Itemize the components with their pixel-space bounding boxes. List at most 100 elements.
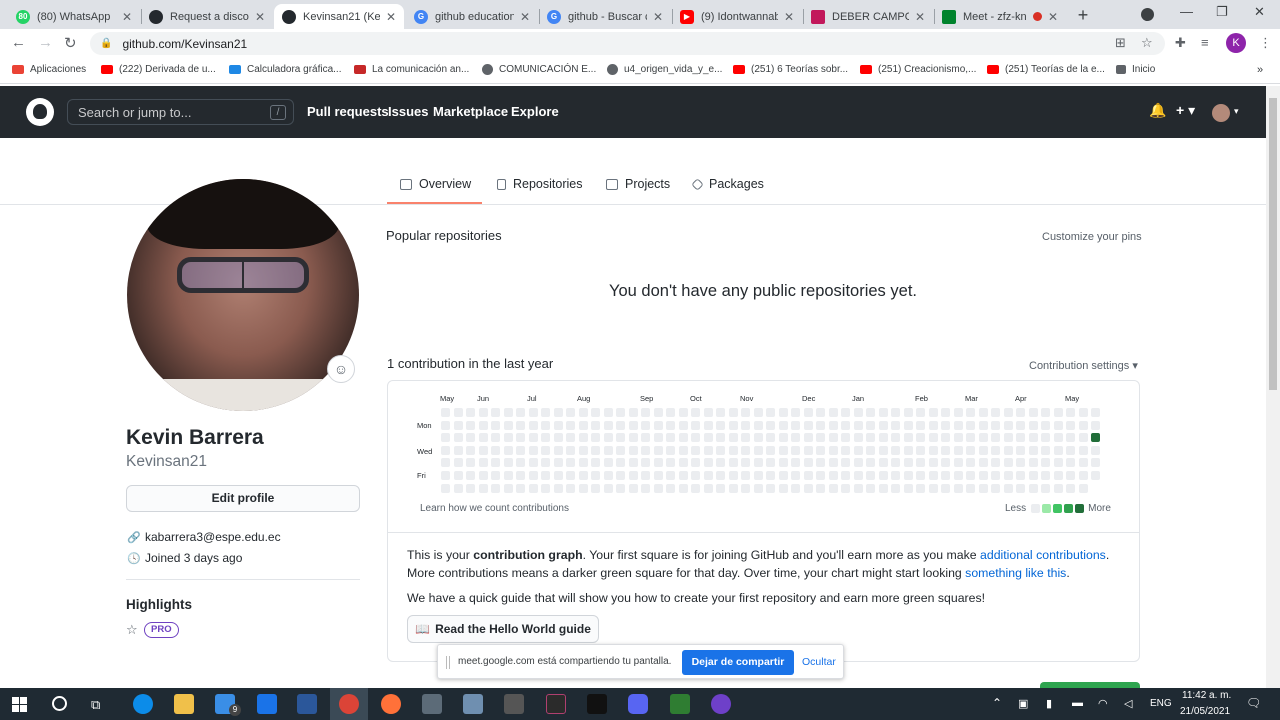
contribution-day[interactable]	[916, 458, 925, 468]
contribution-day[interactable]	[453, 408, 463, 417]
contribution-day[interactable]	[1016, 420, 1025, 430]
media-icon[interactable]: ≡	[1201, 35, 1209, 50]
contribution-day[interactable]	[966, 458, 975, 468]
firefox-icon[interactable]	[381, 694, 401, 714]
dev-icon[interactable]	[504, 694, 524, 714]
contribution-day[interactable]	[603, 471, 613, 480]
bookmark-u4-origen[interactable]: u4_origen_vida_y_e...	[607, 64, 722, 75]
contribution-day[interactable]	[541, 420, 550, 430]
contribution-day[interactable]	[741, 458, 750, 468]
clock-time[interactable]: 11:42 a. m.	[1182, 690, 1231, 701]
contribution-day[interactable]	[603, 420, 613, 430]
contribution-day[interactable]	[578, 483, 588, 493]
contribution-day[interactable]	[766, 483, 775, 493]
notifications-bell-icon[interactable]: 🔔	[1149, 102, 1166, 119]
contribution-day[interactable]	[803, 471, 813, 480]
contribution-day[interactable]	[941, 445, 950, 455]
close-tab-icon[interactable]: ✕	[653, 10, 663, 24]
contribution-day[interactable]	[478, 408, 488, 417]
contribution-day[interactable]	[916, 420, 925, 430]
contribution-day[interactable]	[866, 420, 875, 430]
contribution-day[interactable]	[528, 483, 538, 493]
contribution-day[interactable]	[491, 420, 500, 430]
contribution-day[interactable]	[1053, 408, 1063, 417]
contribution-day[interactable]	[753, 433, 763, 443]
contribution-day[interactable]	[678, 433, 688, 443]
contribution-day[interactable]	[491, 433, 500, 443]
contribution-day[interactable]	[1066, 408, 1075, 417]
contribution-day[interactable]	[816, 458, 825, 468]
contribution-day[interactable]	[953, 458, 963, 468]
contribution-day[interactable]	[541, 445, 550, 455]
contribution-day[interactable]	[491, 458, 500, 468]
contribution-day[interactable]	[1066, 420, 1075, 430]
contribution-day[interactable]	[541, 471, 550, 480]
contribution-day[interactable]	[441, 458, 450, 468]
stop-sharing-button[interactable]: Dejar de compartir	[682, 650, 794, 675]
contribution-day[interactable]	[591, 458, 600, 468]
tab-whatsapp[interactable]: 80 (80) WhatsApp ✕	[8, 4, 140, 29]
contribution-day[interactable]	[616, 445, 625, 455]
contribution-day[interactable]	[1003, 433, 1013, 443]
contribution-day[interactable]	[778, 483, 788, 493]
contribution-day[interactable]	[828, 458, 838, 468]
contribution-day[interactable]	[916, 445, 925, 455]
contribution-day[interactable]	[728, 433, 738, 443]
contribution-day[interactable]	[441, 420, 450, 430]
contribution-day[interactable]	[853, 420, 863, 430]
contribution-day[interactable]	[628, 471, 638, 480]
contribution-day[interactable]	[866, 433, 875, 443]
url-field[interactable]: 🔒 github.com/Kevinsan21	[90, 32, 1165, 55]
contribution-day[interactable]	[853, 433, 863, 443]
contribution-day[interactable]	[453, 458, 463, 468]
contribution-day[interactable]	[1041, 471, 1050, 480]
contribution-day[interactable]	[978, 408, 988, 417]
contribution-day[interactable]	[1028, 433, 1038, 443]
contribution-day[interactable]	[1078, 445, 1088, 455]
contribution-day[interactable]	[916, 471, 925, 480]
forward-icon[interactable]: →	[38, 34, 53, 51]
contribution-day[interactable]	[441, 483, 450, 493]
contribution-day[interactable]	[678, 483, 688, 493]
contribution-day[interactable]	[553, 458, 563, 468]
scrollbar-thumb[interactable]	[1269, 98, 1277, 390]
contribution-day[interactable]	[1016, 458, 1025, 468]
app-icon[interactable]	[463, 694, 483, 714]
contribution-day[interactable]	[816, 483, 825, 493]
contribution-day[interactable]	[1041, 420, 1050, 430]
contribution-day[interactable]	[1041, 483, 1050, 493]
contribution-day[interactable]	[503, 458, 513, 468]
chrome-profile-avatar[interactable]: K	[1226, 33, 1246, 53]
close-tab-icon[interactable]: ✕	[915, 10, 925, 24]
contribution-day[interactable]	[666, 408, 675, 417]
contribution-day[interactable]	[678, 408, 688, 417]
contribution-day[interactable]	[441, 433, 450, 443]
contribution-day[interactable]	[466, 471, 475, 480]
contribution-day[interactable]	[928, 471, 938, 480]
contribution-day[interactable]	[516, 420, 525, 430]
contribution-day[interactable]	[1003, 483, 1013, 493]
something-like-this-link[interactable]: something like this	[965, 566, 1066, 580]
tab-search-icon[interactable]	[1141, 8, 1154, 21]
contribution-day[interactable]	[466, 445, 475, 455]
contribution-day[interactable]	[741, 420, 750, 430]
contribution-day[interactable]	[816, 471, 825, 480]
contribution-day[interactable]	[991, 433, 1000, 443]
contribution-day[interactable]	[728, 483, 738, 493]
contribution-day[interactable]	[978, 433, 988, 443]
contribution-day[interactable]	[753, 483, 763, 493]
contribution-day[interactable]	[1041, 408, 1050, 417]
contribution-day[interactable]	[991, 483, 1000, 493]
contribution-day[interactable]	[678, 445, 688, 455]
maximize-button[interactable]: ❐	[1216, 4, 1228, 20]
wifi-icon[interactable]: ◠	[1098, 697, 1108, 710]
contribution-day[interactable]	[716, 408, 725, 417]
contribution-day[interactable]	[966, 445, 975, 455]
contribution-day[interactable]	[641, 433, 650, 443]
bookmark-inicio[interactable]: Inicio	[1116, 64, 1155, 75]
contribution-day[interactable]	[641, 471, 650, 480]
tab-youtube[interactable]: ▶ (9) Idontwannabe✕	[672, 4, 802, 29]
contribution-day[interactable]	[878, 471, 888, 480]
contribution-day[interactable]	[566, 420, 575, 430]
contribution-day[interactable]	[566, 458, 575, 468]
